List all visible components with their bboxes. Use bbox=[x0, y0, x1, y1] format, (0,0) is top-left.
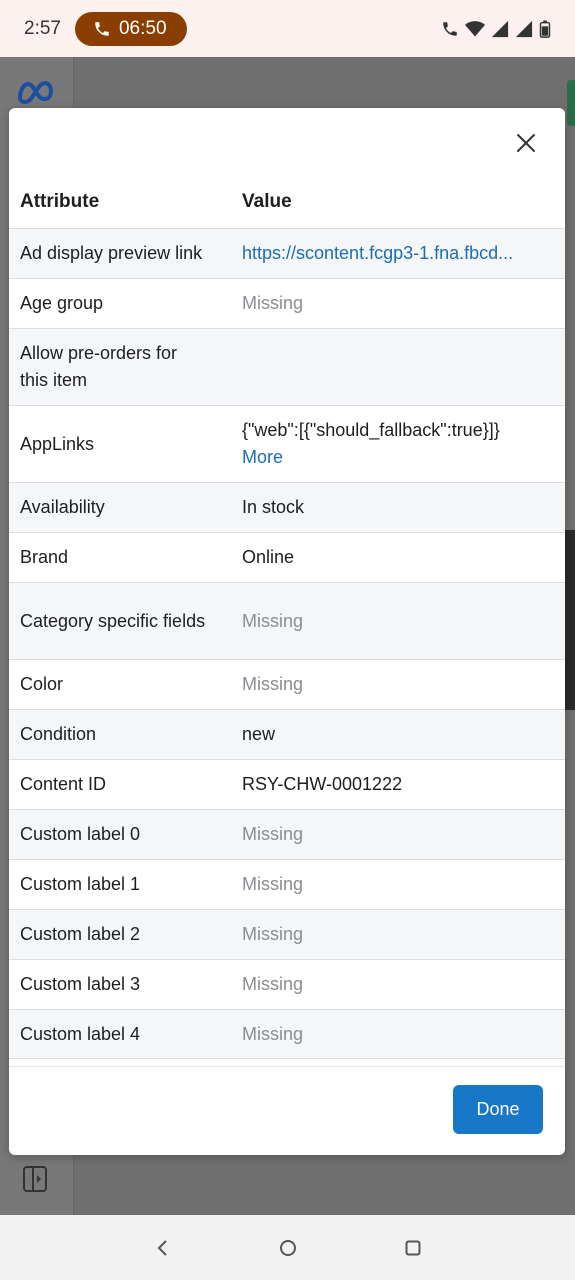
attributes-dialog: Attribute Value Ad display preview link … bbox=[9, 108, 565, 1155]
status-time: 2:57 bbox=[24, 17, 61, 39]
background-green-button bbox=[567, 80, 575, 126]
value-cell: Missing bbox=[242, 293, 304, 313]
status-bar: 2:57 06:50 bbox=[0, 0, 575, 57]
table-row: Custom label 1 Missing bbox=[9, 859, 565, 909]
table-row: Ad display preview link https://scontent… bbox=[9, 228, 565, 278]
signal-icon bbox=[491, 20, 509, 37]
table-row: Brand Online bbox=[9, 532, 565, 582]
value-cell: Missing bbox=[242, 974, 304, 994]
value-cell: In stock bbox=[242, 497, 305, 517]
attribute-cell: Brand bbox=[20, 547, 69, 567]
footer-divider bbox=[9, 1066, 565, 1067]
value-cell: Missing bbox=[242, 1023, 304, 1044]
ongoing-call-chip[interactable]: 06:50 bbox=[74, 11, 187, 46]
table-row: Custom label 0 Missing bbox=[9, 809, 565, 859]
attribute-cell: Custom label 1 bbox=[20, 874, 141, 894]
close-icon[interactable] bbox=[515, 132, 537, 154]
attribute-cell: AppLinks bbox=[20, 433, 95, 454]
value-cell: Missing bbox=[242, 824, 304, 844]
meta-logo-icon bbox=[17, 80, 54, 105]
attribute-cell: Content ID bbox=[20, 774, 107, 794]
recents-icon[interactable] bbox=[403, 1238, 423, 1258]
table-row: AppLinks {"web":[{"should_fallback":true… bbox=[9, 405, 565, 482]
home-icon[interactable] bbox=[278, 1238, 298, 1258]
status-icons bbox=[441, 19, 551, 38]
table-row: Content ID RSY-CHW-0001222 bbox=[9, 759, 565, 809]
phone-icon bbox=[95, 21, 109, 36]
table-row: Availability In stock bbox=[9, 482, 565, 532]
attribute-cell: Age group bbox=[20, 293, 104, 313]
back-icon[interactable] bbox=[153, 1238, 173, 1258]
attribute-cell: Custom label 3 bbox=[20, 974, 141, 994]
background-image-edge bbox=[565, 530, 575, 710]
value-cell: Missing bbox=[242, 674, 304, 694]
attribute-cell: Ad display preview link bbox=[20, 243, 203, 263]
value-cell: Missing bbox=[242, 874, 304, 894]
attribute-cell: Custom label 4 bbox=[20, 1023, 141, 1044]
toggle-sidebar-icon[interactable] bbox=[22, 1165, 48, 1193]
table-row: Category specific fields Missing bbox=[9, 582, 565, 659]
header-attribute: Attribute bbox=[20, 191, 100, 212]
wifi-calling-icon bbox=[443, 21, 457, 36]
value-cell: Missing bbox=[242, 924, 304, 944]
attribute-cell: Custom label 0 bbox=[20, 824, 141, 844]
attribute-cell: Category specific fields bbox=[20, 610, 206, 631]
wifi-icon bbox=[465, 20, 485, 36]
table-row: Custom label 3 Missing bbox=[9, 959, 565, 1009]
table-row: Allow pre-orders for this item bbox=[9, 328, 565, 405]
applinks-value: {"web":[{"should_fallback":true}]} bbox=[242, 420, 500, 440]
attribute-cell: Condition bbox=[20, 724, 97, 744]
done-button[interactable]: Done bbox=[453, 1085, 543, 1134]
table-row: Custom label 4 Missing bbox=[9, 1009, 565, 1059]
table-row: Age group Missing bbox=[9, 278, 565, 328]
more-link[interactable]: More bbox=[242, 444, 565, 471]
table-row: Color Missing bbox=[9, 659, 565, 709]
table-header: Attribute Value bbox=[9, 176, 565, 228]
value-cell: Online bbox=[242, 547, 295, 567]
attributes-table: Ad display preview link https://scontent… bbox=[9, 228, 565, 1059]
value-cell: new bbox=[242, 724, 276, 744]
value-cell: {"web":[{"should_fallback":true}]} More bbox=[242, 417, 565, 471]
attribute-cell: Allow pre-orders for this item bbox=[20, 343, 178, 390]
header-value: Value bbox=[242, 191, 292, 212]
navigation-bar bbox=[0, 1215, 575, 1280]
preview-link[interactable]: https://scontent.fcgp3-1.fna.fbcd... bbox=[242, 240, 565, 267]
signal-icon-2 bbox=[515, 20, 533, 37]
attribute-cell: Availability bbox=[20, 497, 105, 517]
call-timer: 06:50 bbox=[118, 17, 167, 39]
table-row: Custom label 2 Missing bbox=[9, 909, 565, 959]
attribute-cell: Custom label 2 bbox=[20, 924, 141, 944]
value-cell: Missing bbox=[242, 610, 304, 631]
table-row: Condition new bbox=[9, 709, 565, 759]
value-cell: RSY-CHW-0001222 bbox=[242, 774, 403, 794]
attribute-cell: Color bbox=[20, 674, 64, 694]
battery-icon bbox=[539, 19, 551, 38]
